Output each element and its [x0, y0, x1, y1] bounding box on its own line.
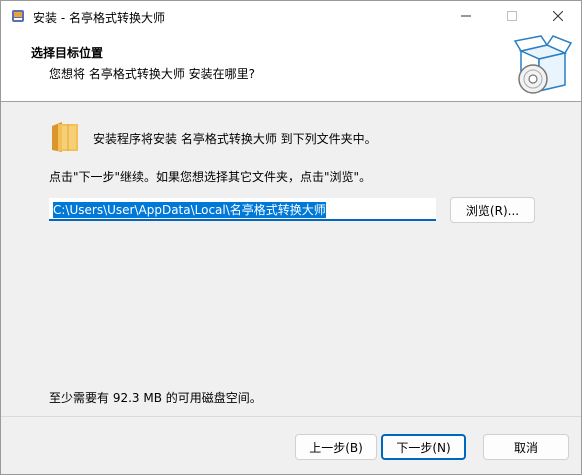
- page-subtitle: 您想将 名亭格式转换大师 安装在哪里?: [49, 67, 255, 81]
- intro-text: 安装程序将安装 名亭格式转换大师 到下列文件夹中。: [93, 132, 377, 146]
- page-title: 选择目标位置: [31, 46, 104, 60]
- next-button[interactable]: 下一步(N): [381, 434, 466, 460]
- maximize-icon: [507, 11, 517, 21]
- install-path-input[interactable]: C:\Users\User\AppData\Local\名亭格式转换大师: [49, 198, 436, 221]
- title-bar: 安装 - 名亭格式转换大师: [1, 1, 581, 31]
- folder-icon: [52, 122, 78, 152]
- install-box-disc-icon: [513, 35, 573, 94]
- installer-app-icon: [12, 10, 24, 22]
- instruction-text: 点击"下一步"继续。如果您想选择其它文件夹，点击"浏览"。: [49, 170, 372, 184]
- browse-button[interactable]: 浏览(R)...: [450, 197, 535, 223]
- wizard-header: 选择目标位置 您想将 名亭格式转换大师 安装在哪里?: [1, 31, 581, 102]
- close-button[interactable]: [535, 1, 581, 31]
- minimize-icon: [461, 15, 471, 17]
- minimize-button[interactable]: [443, 1, 489, 31]
- back-button[interactable]: 上一步(B): [295, 434, 377, 460]
- window-title: 安装 - 名亭格式转换大师: [33, 11, 165, 25]
- close-icon: [553, 11, 563, 21]
- installer-window: 安装 - 名亭格式转换大师 选择目标位置 您想将 名亭格式转换大师 安装在哪里?: [0, 0, 582, 475]
- footer-divider: [1, 416, 581, 417]
- disk-space-text: 至少需要有 92.3 MB 的可用磁盘空间。: [49, 391, 262, 405]
- maximize-button[interactable]: [489, 1, 535, 31]
- install-path-value: C:\Users\User\AppData\Local\名亭格式转换大师: [53, 202, 326, 218]
- cancel-button[interactable]: 取消: [483, 434, 569, 460]
